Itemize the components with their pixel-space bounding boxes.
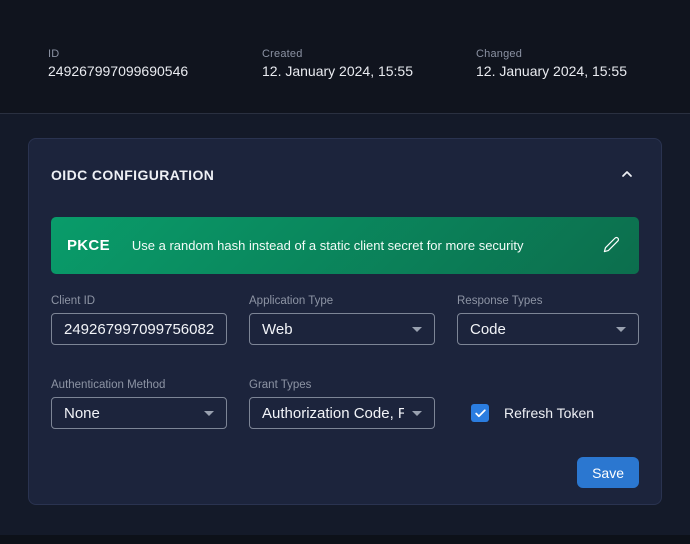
grant-types-field-group: Grant Types Authorization Code, Re… <box>249 379 435 429</box>
save-button[interactable]: Save <box>577 457 639 488</box>
pencil-icon <box>603 236 620 256</box>
dropdown-arrow-icon <box>412 327 422 332</box>
dropdown-arrow-icon <box>616 327 626 332</box>
refresh-token-checkbox-row[interactable]: Refresh Token <box>457 397 594 429</box>
meta-changed: Changed 12. January 2024, 15:55 <box>476 48 690 79</box>
authentication-method-value: None <box>64 405 100 422</box>
authentication-method-select[interactable]: None <box>51 397 227 429</box>
meta-changed-label: Changed <box>476 48 690 60</box>
grant-types-label: Grant Types <box>249 379 435 391</box>
oidc-configuration-card: OIDC CONFIGURATION PKCE Use a random has… <box>28 138 662 505</box>
meta-id-value: 249267997099690546 <box>48 63 262 79</box>
edit-auth-method-button[interactable] <box>597 232 625 260</box>
pkce-banner: PKCE Use a random hash instead of a stat… <box>51 217 639 274</box>
application-type-select[interactable]: Web <box>249 313 435 345</box>
application-type-label: Application Type <box>249 295 435 307</box>
meta-changed-value: 12. January 2024, 15:55 <box>476 63 690 79</box>
app-meta-header: ID 249267997099690546 Created 12. Januar… <box>0 0 690 114</box>
chevron-up-icon <box>619 166 635 185</box>
grant-types-select[interactable]: Authorization Code, Re… <box>249 397 435 429</box>
dropdown-arrow-icon <box>412 411 422 416</box>
client-id-field-group: Client ID <box>51 295 227 345</box>
meta-id-label: ID <box>48 48 262 60</box>
refresh-token-checkbox[interactable] <box>471 404 489 422</box>
meta-id: ID 249267997099690546 <box>48 48 262 79</box>
bottom-section-edge <box>0 535 690 544</box>
pkce-badge: PKCE <box>67 237 110 254</box>
meta-created: Created 12. January 2024, 15:55 <box>262 48 476 79</box>
response-types-field-group: Response Types Code <box>457 295 639 345</box>
client-id-input[interactable] <box>51 313 227 345</box>
dropdown-arrow-icon <box>204 411 214 416</box>
card-title: OIDC CONFIGURATION <box>51 167 214 183</box>
card-header: OIDC CONFIGURATION <box>51 163 639 187</box>
collapse-section-button[interactable] <box>615 163 639 187</box>
response-types-select[interactable]: Code <box>457 313 639 345</box>
meta-created-value: 12. January 2024, 15:55 <box>262 63 476 79</box>
response-types-label: Response Types <box>457 295 639 307</box>
response-types-value: Code <box>470 321 506 338</box>
pkce-description: Use a random hash instead of a static cl… <box>132 238 597 253</box>
card-actions: Save <box>51 457 639 488</box>
application-type-field-group: Application Type Web <box>249 295 435 345</box>
application-type-value: Web <box>262 321 293 338</box>
refresh-token-field-group: Refresh Token <box>457 379 639 429</box>
client-id-label: Client ID <box>51 295 227 307</box>
refresh-token-label: Refresh Token <box>504 405 594 421</box>
checkmark-icon <box>474 407 487 420</box>
authentication-method-field-group: Authentication Method None <box>51 379 227 429</box>
meta-created-label: Created <box>262 48 476 60</box>
authentication-method-label: Authentication Method <box>51 379 227 391</box>
app-detail-page: ID 249267997099690546 Created 12. Januar… <box>0 0 690 544</box>
grant-types-value: Authorization Code, Re… <box>262 405 404 422</box>
oidc-form: Client ID Application Type Web Response … <box>51 295 639 429</box>
content-area: OIDC CONFIGURATION PKCE Use a random has… <box>0 114 690 535</box>
